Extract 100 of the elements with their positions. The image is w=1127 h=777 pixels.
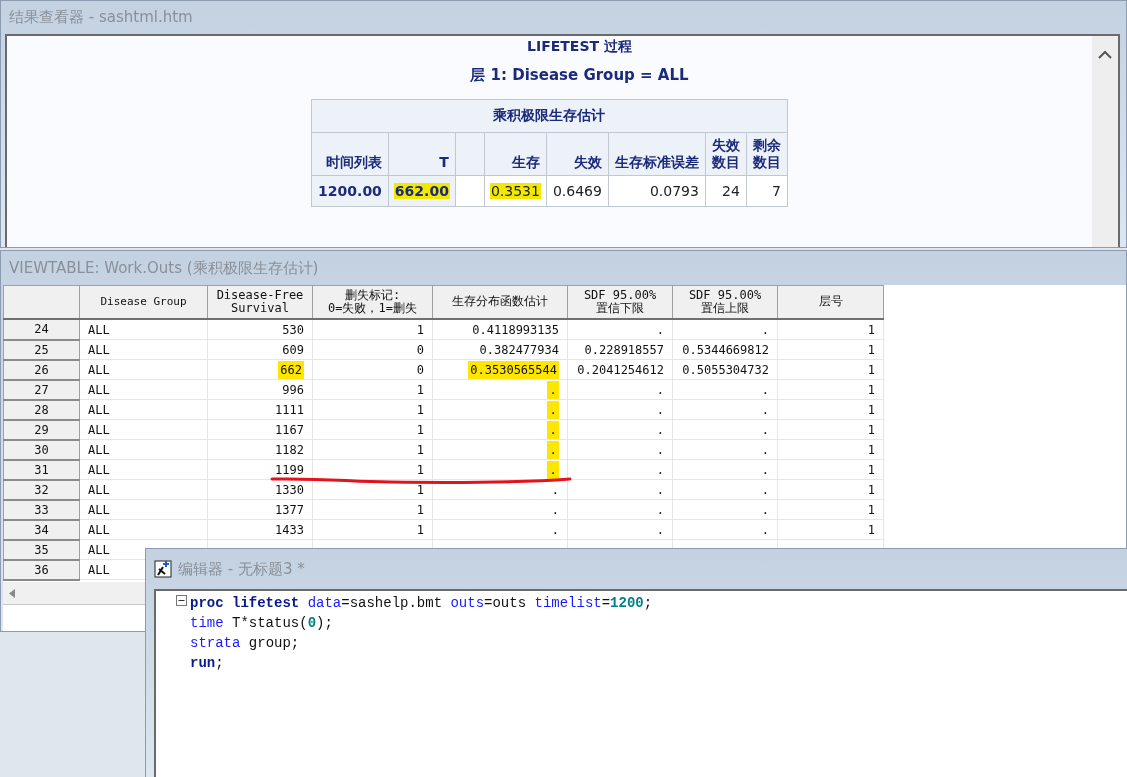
table-cell: 1	[777, 439, 884, 460]
table-cell: 1	[777, 519, 884, 540]
table-cell: .	[672, 499, 778, 520]
table-cell: ALL	[79, 499, 208, 520]
table-cell: 0	[312, 359, 433, 380]
row-number[interactable]: 27	[3, 379, 80, 400]
table-cell: 0	[312, 339, 433, 360]
table-cell: 1111	[207, 399, 313, 420]
table-cell: 662	[207, 359, 313, 380]
table-cell: 1	[777, 399, 884, 420]
table-cell: 0.228918557	[567, 339, 673, 360]
row-number[interactable]: 35	[3, 539, 80, 560]
table-cell: 1	[312, 479, 433, 500]
table-cell: .	[567, 499, 673, 520]
table-cell: ALL	[79, 319, 208, 340]
code-line: run;	[190, 655, 224, 671]
table-cell: 1182	[207, 439, 313, 460]
table-cell: 0.2041254612	[567, 359, 673, 380]
table-cell: 1	[312, 319, 433, 340]
table-cell: ALL	[79, 459, 208, 480]
table-cell: 530	[207, 319, 313, 340]
table-cell: 0.0793	[608, 175, 706, 207]
row-number[interactable]: 24	[3, 319, 80, 340]
table-cell: .	[672, 519, 778, 540]
table-cell: 1	[312, 459, 433, 480]
table-cell: 1	[312, 439, 433, 460]
table-cell: 1200.00	[311, 175, 389, 207]
column-header[interactable]: 删失标记: 0=失败，1=删失	[312, 285, 433, 319]
table-cell: 1377	[207, 499, 313, 520]
table-cell: ALL	[79, 479, 208, 500]
row-number[interactable]: 26	[3, 359, 80, 380]
row-number[interactable]: 28	[3, 399, 80, 420]
row-number[interactable]: 31	[3, 459, 80, 480]
table-cell: 1	[777, 459, 884, 480]
table-cell: ALL	[79, 419, 208, 440]
collapse-icon[interactable]	[176, 594, 187, 606]
table-cell: .	[432, 399, 568, 420]
column-header: 剩余数目	[746, 132, 788, 176]
table-cell: 1	[312, 499, 433, 520]
chevron-up-icon[interactable]	[1098, 50, 1112, 59]
window-title: 结果查看器 - sashtml.htm	[9, 8, 193, 27]
column-header[interactable]: 生存分布函数估计	[432, 285, 568, 319]
table-cell: .	[567, 479, 673, 500]
table-cell: 1	[312, 379, 433, 400]
table-cell: .	[432, 459, 568, 480]
table-cell: ALL	[79, 519, 208, 540]
table-cell: 1	[777, 319, 884, 340]
code-line: proc lifetest data=sashelp.bmt outs=outs timelist=1200;	[190, 595, 653, 611]
left-arrow-icon[interactable]	[9, 588, 15, 598]
table-caption: 乘积极限生存估计	[311, 99, 788, 133]
table-cell: ALL	[79, 359, 208, 380]
table-cell: ALL	[79, 439, 208, 460]
table-cell: 1330	[207, 479, 313, 500]
table-cell: ALL	[79, 379, 208, 400]
row-number[interactable]: 25	[3, 339, 80, 360]
table-cell: 1167	[207, 419, 313, 440]
row-number[interactable]: 33	[3, 499, 80, 520]
table-cell: 1	[777, 499, 884, 520]
row-number[interactable]: 30	[3, 439, 80, 460]
table-cell: ALL	[79, 339, 208, 360]
table-cell: .	[567, 459, 673, 480]
column-header[interactable]: SDF 95.00% 置信下限	[567, 285, 673, 319]
procedure-title: LIFETEST 过程	[527, 38, 632, 56]
table-cell: 1	[777, 479, 884, 500]
row-number[interactable]: 34	[3, 519, 80, 540]
table-cell: .	[672, 379, 778, 400]
table-cell: .	[567, 379, 673, 400]
table-cell: .	[567, 419, 673, 440]
table-cell: ALL	[79, 399, 208, 420]
table-cell: 0.3530565544	[432, 359, 568, 380]
column-header[interactable]: 层号	[777, 285, 884, 319]
table-cell: 609	[207, 339, 313, 360]
table-cell: 1	[312, 419, 433, 440]
table-cell: 0.382477934	[432, 339, 568, 360]
column-header[interactable]: Disease-Free Survival	[207, 285, 313, 319]
table-cell: 0.3531	[484, 175, 547, 207]
code-editor[interactable]: proc lifetest data=sashelp.bmt outs=outs timelist=1200; time T*status(0); strata group; run;	[154, 589, 1127, 777]
table-cell: .	[567, 399, 673, 420]
column-header: 失效	[546, 132, 609, 176]
column-header: T	[388, 132, 456, 176]
table-cell: 1	[777, 379, 884, 400]
table-cell: 0.4118993135	[432, 319, 568, 340]
table-cell: .	[672, 399, 778, 420]
table-cell: 1	[312, 399, 433, 420]
row-number[interactable]: 29	[3, 419, 80, 440]
table-cell: .	[672, 439, 778, 460]
column-header: 生存	[484, 132, 547, 176]
table-cell: 0.6469	[546, 175, 609, 207]
table-cell: .	[567, 439, 673, 460]
scrollbar[interactable]	[1092, 36, 1118, 247]
column-header[interactable]: Disease Group	[79, 285, 208, 319]
row-number[interactable]: 36	[3, 559, 80, 580]
row-number[interactable]: 32	[3, 479, 80, 500]
table-cell: .	[672, 479, 778, 500]
table-cell: .	[672, 459, 778, 480]
table-cell: .	[432, 499, 568, 520]
table-cell: .	[432, 519, 568, 540]
table-cell: 1433	[207, 519, 313, 540]
column-header[interactable]: SDF 95.00% 置信上限	[672, 285, 778, 319]
stratum-title: 层 1: Disease Group = ALL	[470, 66, 689, 85]
